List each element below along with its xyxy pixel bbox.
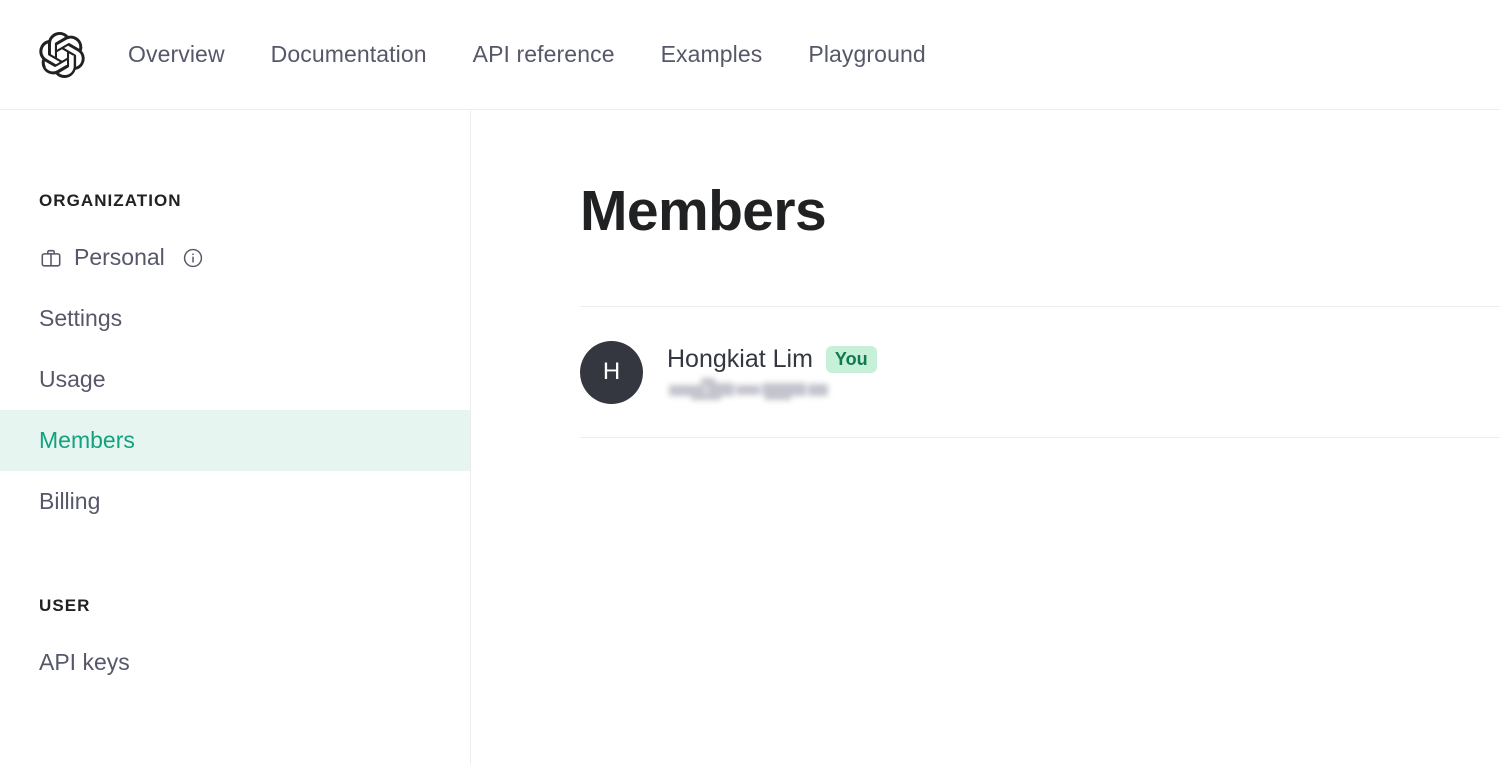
sidebar-item-label-settings: Settings [39,305,122,332]
sidebar-item-usage[interactable]: Usage [0,349,470,410]
sidebar-item-label-usage: Usage [39,366,105,393]
members-list-bottom-divider [580,437,1500,438]
sidebar-item-label-members: Members [39,427,135,454]
sidebar-item-label-api-keys: API keys [39,649,130,676]
status-badge: You [826,346,877,373]
sidebar-items-organization: Personal Settings Usage [0,227,470,532]
member-info: Hongkiat Lim You [667,345,877,400]
page-title: Members [580,183,826,240]
sidebar-group-user: USER API keys [0,596,470,693]
nav-link-documentation[interactable]: Documentation [271,43,427,66]
info-circle-icon[interactable] [182,247,204,269]
nav-link-api-reference[interactable]: API reference [473,43,615,66]
member-email-redacted [667,378,832,400]
top-navigation-bar: Overview Documentation API reference Exa… [0,0,1500,110]
openai-logo-icon[interactable] [39,32,85,78]
sidebar-group-organization: ORGANIZATION Personal [0,191,470,532]
nav-link-playground[interactable]: Playground [808,43,925,66]
avatar: H [580,341,643,404]
sidebar-item-settings[interactable]: Settings [0,288,470,349]
sidebar-item-billing[interactable]: Billing [0,471,470,532]
sidebar-item-personal[interactable]: Personal [0,227,470,288]
sidebar: ORGANIZATION Personal [0,111,471,764]
main-content: Members H Hongkiat Lim You [472,111,1500,764]
sidebar-item-members[interactable]: Members [0,410,470,471]
member-name-line: Hongkiat Lim You [667,345,877,374]
sidebar-item-api-keys[interactable]: API keys [0,632,470,693]
nav-link-overview[interactable]: Overview [128,43,225,66]
sidebar-item-label-personal: Personal [74,244,165,271]
sidebar-items-user: API keys [0,632,470,693]
member-name: Hongkiat Lim [667,345,813,374]
briefcase-icon [39,246,63,270]
members-page: Overview Documentation API reference Exa… [0,0,1500,764]
sidebar-section-title-organization: ORGANIZATION [0,191,470,211]
sidebar-item-label-billing: Billing [39,488,100,515]
nav-links: Overview Documentation API reference Exa… [128,43,926,66]
nav-link-examples[interactable]: Examples [661,43,763,66]
member-list-item[interactable]: H Hongkiat Lim You [580,307,1500,437]
sidebar-section-title-user: USER [0,596,470,616]
